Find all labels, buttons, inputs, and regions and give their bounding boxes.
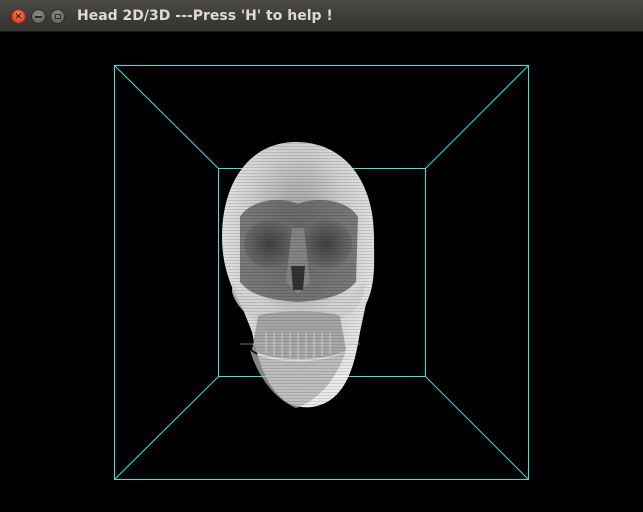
maximize-button[interactable] bbox=[50, 9, 65, 24]
render-viewport[interactable] bbox=[0, 32, 643, 512]
title-bar[interactable]: × Head 2D/3D ---Press 'H' to help ! bbox=[0, 0, 643, 32]
close-icon: × bbox=[14, 10, 23, 22]
skull-scan-texture bbox=[222, 142, 375, 408]
minimize-button[interactable] bbox=[31, 9, 46, 24]
box-edge-bottom-left bbox=[114, 376, 219, 480]
box-edge-top-left bbox=[114, 65, 219, 169]
box-edge-top-right bbox=[425, 65, 529, 169]
render-canvas bbox=[114, 65, 529, 480]
close-button[interactable]: × bbox=[11, 9, 26, 24]
skull-render bbox=[222, 142, 375, 408]
box-edge-bottom-right bbox=[425, 376, 529, 480]
minimize-icon bbox=[35, 15, 42, 18]
window-title: Head 2D/3D ---Press 'H' to help ! bbox=[77, 8, 333, 24]
app-window: × Head 2D/3D ---Press 'H' to help ! bbox=[0, 0, 643, 512]
maximize-icon bbox=[54, 14, 61, 19]
